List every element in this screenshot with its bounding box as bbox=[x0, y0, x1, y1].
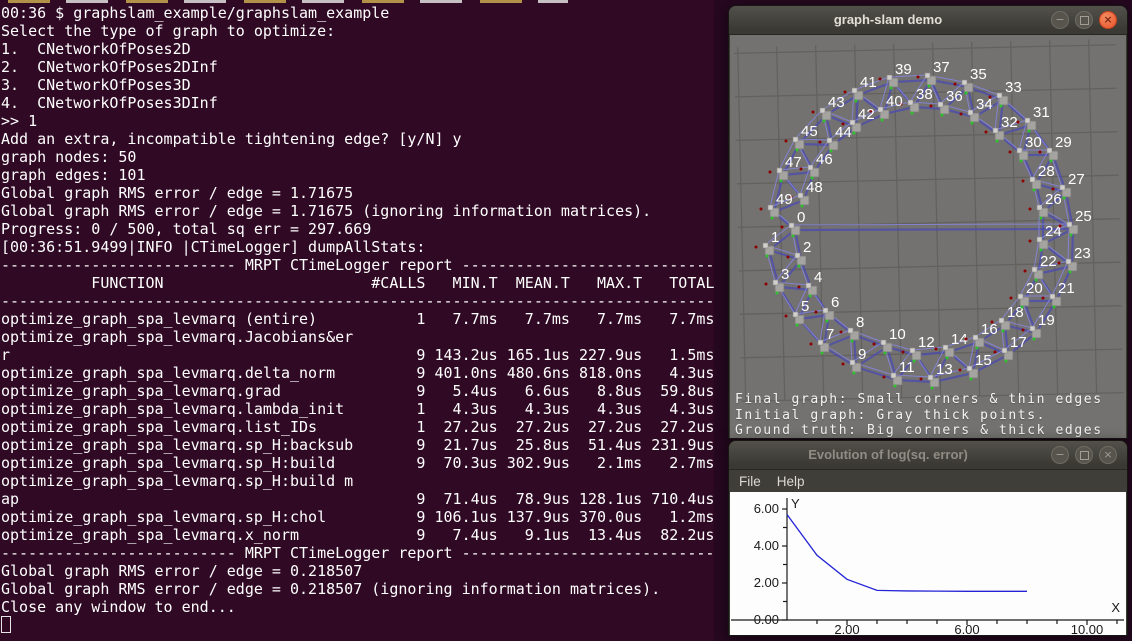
svg-text:27: 27 bbox=[1068, 171, 1085, 188]
svg-text:38: 38 bbox=[916, 86, 933, 103]
svg-text:10.00: 10.00 bbox=[1071, 622, 1104, 635]
svg-text:21: 21 bbox=[1058, 280, 1075, 297]
svg-text:36: 36 bbox=[946, 88, 963, 105]
terminal-cursor bbox=[1, 616, 11, 633]
svg-text:43: 43 bbox=[828, 94, 845, 111]
svg-text:6.00: 6.00 bbox=[754, 501, 779, 516]
graph-window-buttons: − × bbox=[1051, 11, 1117, 29]
plot-menubar: File Help bbox=[729, 470, 1127, 493]
svg-text:32: 32 bbox=[1001, 114, 1018, 131]
svg-text:23: 23 bbox=[1074, 245, 1091, 262]
svg-text:5: 5 bbox=[801, 298, 809, 315]
svg-text:35: 35 bbox=[970, 66, 987, 83]
svg-text:47: 47 bbox=[785, 154, 802, 171]
svg-text:12: 12 bbox=[918, 334, 935, 351]
close-icon[interactable]: × bbox=[1099, 446, 1117, 464]
menu-help[interactable]: Help bbox=[777, 474, 805, 489]
svg-text:10: 10 bbox=[889, 326, 906, 343]
svg-text:4.00: 4.00 bbox=[754, 538, 779, 553]
svg-text:28: 28 bbox=[1038, 163, 1055, 180]
svg-text:48: 48 bbox=[806, 179, 823, 196]
svg-text:44: 44 bbox=[835, 124, 852, 141]
terminal-window[interactable]: 00:36 $ graphslam_example/graphslam_exam… bbox=[0, 0, 714, 641]
svg-text:34: 34 bbox=[976, 96, 993, 113]
pose-graph-canvas: 0123456789101112131415161718192021222324… bbox=[730, 35, 1126, 438]
plot-window-buttons: − × bbox=[1051, 446, 1117, 464]
plot-window-titlebar[interactable]: Evolution of log(sq. error) − × bbox=[729, 441, 1127, 470]
svg-text:31: 31 bbox=[1033, 104, 1050, 121]
maximize-icon[interactable] bbox=[1075, 446, 1093, 464]
close-icon[interactable]: × bbox=[1099, 11, 1117, 29]
terminal-output: 00:36 $ graphslam_example/graphslam_exam… bbox=[0, 0, 714, 616]
svg-text:0: 0 bbox=[797, 209, 805, 226]
svg-text:20: 20 bbox=[1026, 280, 1043, 297]
plot-window-title: Evolution of log(sq. error) bbox=[729, 441, 1047, 469]
svg-text:29: 29 bbox=[1055, 134, 1072, 151]
svg-text:22: 22 bbox=[1040, 253, 1057, 270]
minimize-icon[interactable]: − bbox=[1051, 11, 1069, 29]
minimize-icon[interactable]: − bbox=[1051, 446, 1069, 464]
svg-text:33: 33 bbox=[1005, 79, 1022, 96]
svg-text:17: 17 bbox=[1010, 334, 1027, 351]
svg-text:37: 37 bbox=[933, 59, 950, 76]
svg-text:2.00: 2.00 bbox=[834, 622, 859, 635]
desktop: { "terminal": { "lines": [ "00:36 $ grap… bbox=[0, 0, 1132, 641]
svg-text:9: 9 bbox=[858, 346, 866, 363]
svg-text:0.00: 0.00 bbox=[754, 612, 779, 627]
graph-3d-viewport[interactable]: 0123456789101112131415161718192021222324… bbox=[730, 35, 1126, 438]
plot-canvas-area[interactable]: 2.00 6.00 10.00 0.00 2.00 4.00 6.00 X Y bbox=[730, 492, 1126, 635]
svg-text:40: 40 bbox=[886, 93, 903, 110]
svg-text:39: 39 bbox=[895, 61, 912, 78]
svg-text:30: 30 bbox=[1025, 134, 1042, 151]
graph-window-title: graph-slam demo bbox=[729, 6, 1047, 34]
svg-text:42: 42 bbox=[858, 106, 875, 123]
graph-window-titlebar[interactable]: graph-slam demo − × bbox=[729, 6, 1127, 35]
svg-text:1: 1 bbox=[771, 229, 779, 246]
svg-text:6: 6 bbox=[831, 294, 839, 311]
svg-text:11: 11 bbox=[899, 359, 915, 376]
svg-text:2.00: 2.00 bbox=[754, 575, 779, 590]
svg-text:45: 45 bbox=[801, 123, 818, 140]
svg-text:25: 25 bbox=[1075, 208, 1092, 225]
svg-text:15: 15 bbox=[975, 352, 992, 369]
error-curve-canvas: 2.00 6.00 10.00 0.00 2.00 4.00 6.00 X Y bbox=[730, 492, 1126, 635]
svg-text:16: 16 bbox=[981, 321, 998, 338]
svg-text:6.00: 6.00 bbox=[954, 622, 979, 635]
menu-file[interactable]: File bbox=[739, 474, 761, 489]
svg-text:Y: Y bbox=[791, 496, 800, 511]
svg-text:2: 2 bbox=[803, 239, 811, 256]
svg-text:3: 3 bbox=[781, 266, 789, 283]
maximize-icon[interactable] bbox=[1075, 11, 1093, 29]
svg-text:4: 4 bbox=[814, 269, 822, 286]
svg-text:13: 13 bbox=[936, 361, 953, 378]
svg-text:26: 26 bbox=[1045, 191, 1062, 208]
svg-text:7: 7 bbox=[826, 326, 834, 343]
svg-text:8: 8 bbox=[856, 314, 864, 331]
svg-text:41: 41 bbox=[860, 74, 877, 91]
error-plot-window: Evolution of log(sq. error) − × File Hel… bbox=[728, 440, 1128, 636]
graph-slam-demo-window: graph-slam demo − × 01234567891011121314… bbox=[728, 5, 1128, 439]
svg-text:19: 19 bbox=[1038, 312, 1055, 329]
graph-legend-text: Final graph: Small corners & thin edges … bbox=[735, 392, 1103, 438]
svg-text:X: X bbox=[1111, 600, 1120, 615]
clipped-previous-line bbox=[8, 0, 568, 3]
svg-text:49: 49 bbox=[776, 191, 793, 208]
svg-text:46: 46 bbox=[816, 151, 833, 168]
